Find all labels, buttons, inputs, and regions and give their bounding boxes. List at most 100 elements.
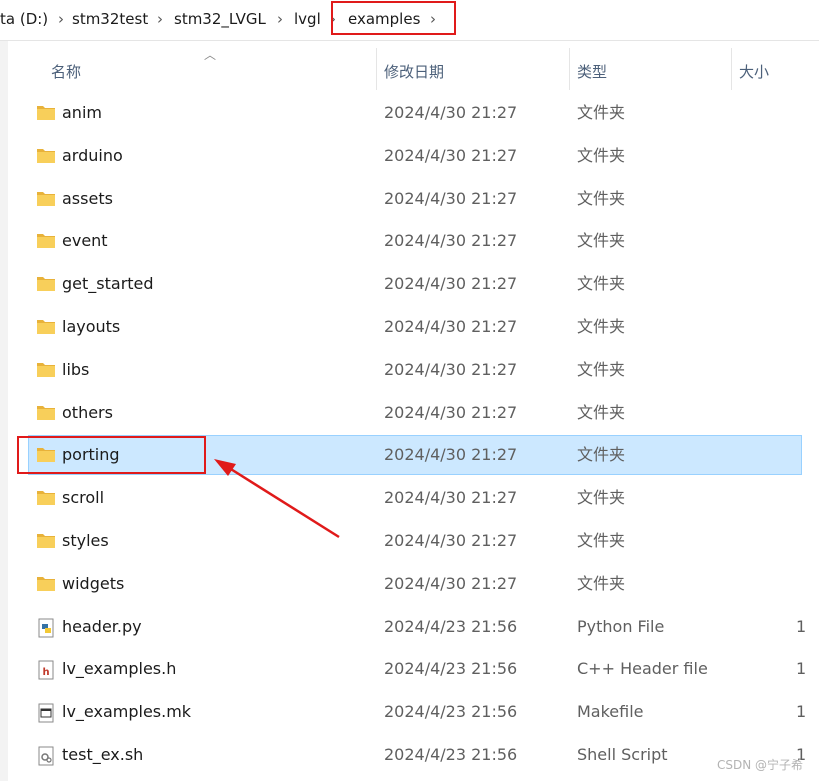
file-modified-date: 2024/4/23 21:56 — [384, 745, 518, 764]
file-modified-date: 2024/4/30 21:27 — [384, 103, 518, 122]
file-size: 1 — [796, 702, 807, 722]
breadcrumb-separator-icon[interactable]: › — [277, 10, 283, 28]
file-row-header-py[interactable]: header.py 2024/4/23 21:56 Python File 1 — [28, 607, 806, 647]
folder-icon — [36, 361, 56, 378]
file-row-test-ex-sh[interactable]: test_ex.sh 2024/4/23 21:56 Shell Script 1 — [28, 735, 806, 775]
file-modified-date: 2024/4/23 21:56 — [384, 659, 518, 679]
breadcrumb-item-stm32-lvgl[interactable]: stm32_LVGL — [174, 10, 266, 28]
selection-highlight-box — [17, 436, 206, 474]
file-row-widgets[interactable]: widgets 2024/4/30 21:27 文件夹 — [28, 564, 802, 604]
divider — [0, 40, 819, 41]
shell-script-icon — [36, 746, 56, 766]
file-type: 文件夹 — [577, 145, 626, 165]
file-type: C++ Header file — [577, 659, 708, 679]
file-modified-date: 2024/4/23 21:56 — [384, 702, 518, 722]
column-header-name[interactable]: 名称 — [51, 61, 81, 82]
folder-icon — [36, 318, 56, 335]
column-divider[interactable] — [376, 48, 377, 90]
column-divider[interactable] — [731, 48, 732, 90]
file-row-scroll[interactable]: scroll 2024/4/30 21:27 文件夹 — [28, 478, 802, 518]
file-modified-date: 2024/4/30 21:27 — [384, 317, 518, 336]
file-name: scroll — [62, 488, 105, 508]
folder-icon — [36, 104, 56, 121]
breadcrumb-item-lvgl[interactable]: lvgl — [294, 10, 321, 28]
file-name: assets — [62, 188, 113, 208]
c-header-file-icon: h — [36, 660, 56, 680]
file-type: 文件夹 — [577, 317, 626, 336]
file-modified-date: 2024/4/30 21:27 — [384, 359, 518, 379]
file-row-anim[interactable]: anim 2024/4/30 21:27 文件夹 — [28, 93, 802, 133]
breadcrumb-item-drive[interactable]: ta (D:) — [0, 10, 48, 28]
sort-ascending-icon: ︿ — [204, 48, 217, 62]
file-modified-date: 2024/4/30 21:27 — [384, 573, 518, 593]
breadcrumb-highlight-box — [331, 1, 456, 35]
file-name: header.py — [62, 616, 142, 636]
folder-icon — [36, 532, 56, 549]
file-type: 文件夹 — [577, 359, 626, 379]
file-row-arduino[interactable]: arduino 2024/4/30 21:27 文件夹 — [28, 136, 802, 176]
file-modified-date: 2024/4/30 21:27 — [384, 274, 518, 294]
column-header-type[interactable]: 类型 — [577, 61, 607, 82]
file-type: Shell Script — [577, 745, 668, 764]
file-type: 文件夹 — [577, 188, 626, 208]
file-modified-date: 2024/4/30 21:27 — [384, 231, 518, 251]
file-name: event — [62, 231, 108, 251]
file-type: 文件夹 — [577, 103, 626, 122]
file-type: Makefile — [577, 702, 644, 722]
file-size: 1 — [796, 616, 807, 636]
file-name: libs — [62, 359, 90, 379]
folder-icon — [36, 404, 56, 421]
file-type: 文件夹 — [577, 531, 626, 550]
file-row-layouts[interactable]: layouts 2024/4/30 21:27 文件夹 — [28, 307, 802, 347]
file-row-assets[interactable]: assets 2024/4/30 21:27 文件夹 — [28, 179, 802, 219]
file-type: 文件夹 — [577, 445, 626, 465]
folder-icon — [36, 489, 56, 506]
folder-icon — [36, 147, 56, 164]
file-type: Python File — [577, 616, 665, 636]
breadcrumb-separator-icon[interactable]: › — [157, 10, 163, 28]
file-name: arduino — [62, 145, 123, 165]
file-name: widgets — [62, 573, 125, 593]
column-divider[interactable] — [569, 48, 570, 90]
folder-icon — [36, 190, 56, 207]
file-name: lv_examples.h — [62, 659, 177, 679]
file-type: 文件夹 — [577, 488, 626, 508]
folder-icon — [36, 232, 56, 249]
breadcrumb-separator-icon[interactable]: › — [58, 10, 64, 28]
file-row-others[interactable]: others 2024/4/30 21:27 文件夹 — [28, 393, 802, 433]
folder-icon — [36, 275, 56, 292]
file-name: test_ex.sh — [62, 745, 144, 764]
file-row-lv-examples-mk[interactable]: lv_examples.mk 2024/4/23 21:56 Makefile 1 — [28, 692, 806, 732]
file-row-event[interactable]: event 2024/4/30 21:27 文件夹 — [28, 221, 802, 261]
file-type: 文件夹 — [577, 402, 626, 422]
file-modified-date: 2024/4/30 21:27 — [384, 188, 518, 208]
column-header-size[interactable]: 大小 — [739, 61, 769, 82]
file-modified-date: 2024/4/30 21:27 — [384, 531, 518, 550]
file-modified-date: 2024/4/30 21:27 — [384, 488, 518, 508]
file-row-libs[interactable]: libs 2024/4/30 21:27 文件夹 — [28, 350, 802, 390]
file-type: 文件夹 — [577, 573, 626, 593]
file-name: others — [62, 402, 113, 422]
watermark: CSDN @宁子希 — [716, 758, 803, 772]
file-name: get_started — [62, 274, 154, 294]
file-modified-date: 2024/4/30 21:27 — [384, 445, 518, 465]
file-name: lv_examples.mk — [62, 702, 192, 722]
python-file-icon — [36, 618, 56, 638]
nav-pane-edge — [0, 41, 8, 781]
file-type: 文件夹 — [577, 274, 626, 294]
file-modified-date: 2024/4/30 21:27 — [384, 402, 518, 422]
breadcrumb-item-stm32test[interactable]: stm32test — [72, 10, 148, 28]
file-row-lv-examples-h[interactable]: h lv_examples.h 2024/4/23 21:56 C++ Header … — [28, 649, 806, 689]
file-row-styles[interactable]: styles 2024/4/30 21:27 文件夹 — [28, 521, 802, 561]
column-header-date[interactable]: 修改日期 — [384, 61, 444, 82]
file-name: styles — [62, 531, 109, 550]
file-modified-date: 2024/4/30 21:27 — [384, 145, 518, 165]
file-name: anim — [62, 103, 102, 122]
file-row-get-started[interactable]: get_started 2024/4/30 21:27 文件夹 — [28, 264, 802, 304]
file-size: 1 — [796, 659, 807, 679]
file-type: 文件夹 — [577, 231, 626, 251]
folder-icon — [36, 575, 56, 592]
file-modified-date: 2024/4/23 21:56 — [384, 616, 518, 636]
file-name: layouts — [62, 317, 121, 336]
svg-text:h: h — [43, 667, 50, 678]
